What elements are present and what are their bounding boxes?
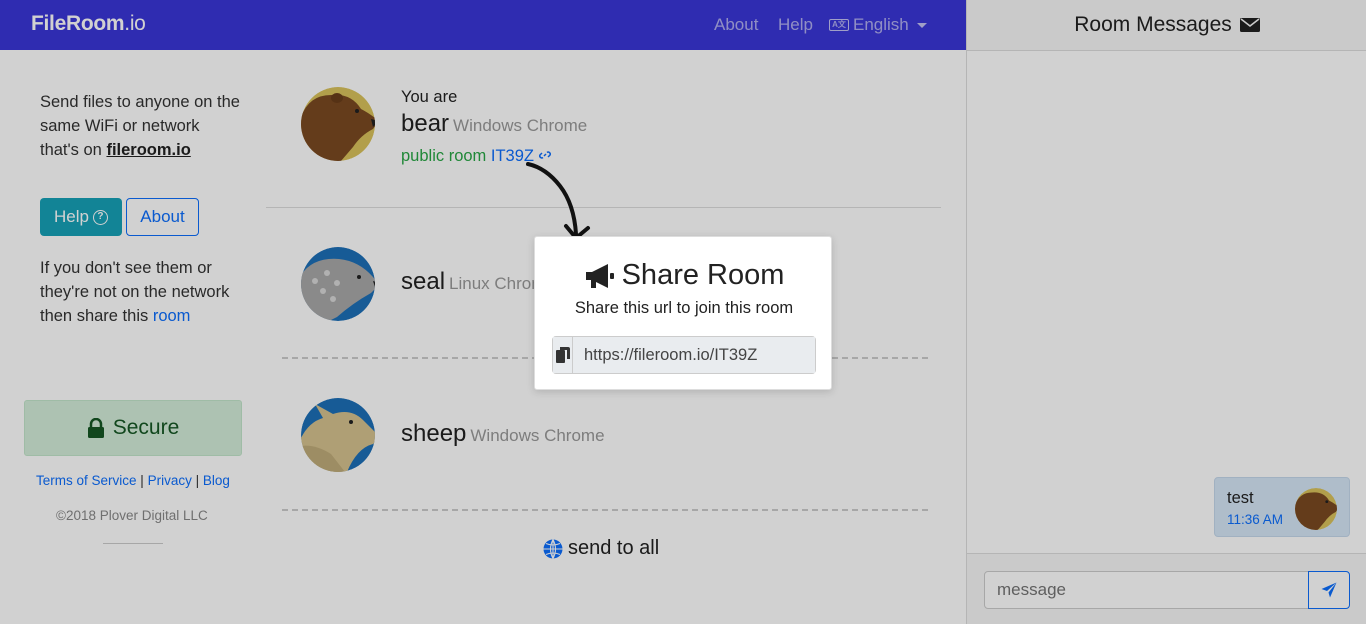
- copy-button[interactable]: [553, 337, 573, 373]
- copy-icon: [555, 347, 570, 363]
- modal-title: Share Room: [535, 259, 833, 292]
- share-url-group: [552, 336, 816, 374]
- modal-subtitle: Share this url to join this room: [574, 299, 794, 317]
- share-url-field[interactable]: [573, 337, 815, 373]
- share-room-modal: Share Room Share this url to join this r…: [534, 236, 832, 390]
- arrow-annotation: [526, 162, 590, 240]
- megaphone-icon: [585, 263, 614, 288]
